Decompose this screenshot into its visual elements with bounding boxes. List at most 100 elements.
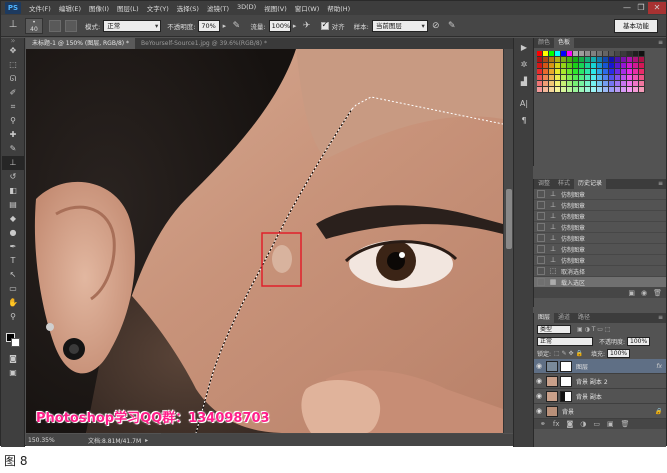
- aligned-checkbox[interactable]: [320, 20, 329, 30]
- blur-tool-icon[interactable]: ◆: [2, 212, 24, 226]
- history-item[interactable]: ⊥ 仿制图章: [534, 211, 666, 222]
- add-mask-icon[interactable]: ◙: [566, 420, 573, 428]
- move-tool-icon[interactable]: ✥: [2, 44, 24, 58]
- canvas[interactable]: [26, 49, 503, 433]
- layer-mask-thumbnail[interactable]: [560, 375, 572, 387]
- quick-mask-icon[interactable]: ◙: [2, 352, 24, 366]
- lasso-tool-icon[interactable]: ᘏ: [2, 72, 24, 86]
- adjustment-layer-icon[interactable]: ◑: [580, 420, 586, 428]
- status-menu-icon[interactable]: ▸: [145, 437, 148, 444]
- pressure-opacity-icon[interactable]: ✎: [230, 20, 242, 32]
- blend-mode-select[interactable]: 正常: [537, 336, 593, 346]
- eye-icon[interactable]: ◉: [534, 377, 544, 385]
- menu-item[interactable]: 编辑(E): [55, 3, 85, 13]
- tab-source[interactable]: BeYourself-Source1.jpg @ 39.6%(RGB/8) *: [135, 38, 273, 49]
- layer-row[interactable]: ◉ 背景 副本: [534, 389, 666, 404]
- quick-select-tool-icon[interactable]: ✐: [2, 86, 24, 100]
- pen-tool-icon[interactable]: ✒: [2, 240, 24, 254]
- history-brush-source-box[interactable]: [537, 234, 545, 242]
- history-brush-source-box[interactable]: [537, 212, 545, 220]
- filter-icons[interactable]: ▣ ◑ T ▭ ⬚: [577, 326, 611, 333]
- clone-stamp-tool-icon[interactable]: ⊥: [5, 19, 21, 33]
- layer-fx-badge[interactable]: fx: [656, 363, 662, 370]
- history-brush-source-box[interactable]: [537, 223, 545, 231]
- tab-untitled[interactable]: 未标题-1 @ 150% (图层, RGB/8) *: [26, 38, 136, 49]
- hand-tool-icon[interactable]: ✋: [2, 296, 24, 310]
- toggle-brush-panel-icon[interactable]: [49, 19, 61, 32]
- history-item[interactable]: ⊥ 仿制图章: [534, 255, 666, 266]
- histogram-icon[interactable]: ▟: [515, 75, 533, 89]
- maximize-button[interactable]: ❐: [634, 2, 648, 14]
- dodge-tool-icon[interactable]: ●: [2, 226, 24, 240]
- vertical-scrollbar[interactable]: [503, 49, 513, 433]
- new-layer-icon[interactable]: ▣: [607, 420, 614, 428]
- layer-filter-select[interactable]: 类型: [537, 324, 571, 334]
- minimize-button[interactable]: —: [620, 2, 634, 14]
- workspace-select[interactable]: 基本功能: [614, 18, 658, 33]
- new-document-from-state-icon[interactable]: ▣: [628, 289, 635, 297]
- close-button[interactable]: ✕: [648, 2, 666, 14]
- clone-stamp-tool-icon[interactable]: ⊥: [2, 156, 24, 170]
- tab-swatches[interactable]: 色板: [554, 38, 575, 48]
- flow-input[interactable]: 100%: [268, 19, 291, 32]
- tab-history[interactable]: 历史记录: [574, 179, 607, 189]
- history-item[interactable]: ⬚ 取消选择: [534, 266, 666, 277]
- swatch-grid[interactable]: [534, 48, 666, 96]
- menu-item[interactable]: 图像(I): [85, 3, 113, 13]
- tab-paths[interactable]: 路径: [574, 313, 594, 323]
- history-brush-source-box[interactable]: [537, 267, 545, 275]
- panel-menu-icon[interactable]: ≡: [658, 38, 666, 48]
- tab-adjustments[interactable]: 调整: [534, 179, 554, 189]
- sample-select[interactable]: 当前图层: [371, 19, 428, 32]
- pressure-size-icon[interactable]: ✎: [446, 20, 458, 32]
- play-icon[interactable]: ▶: [515, 41, 533, 55]
- fx-icon[interactable]: fx: [553, 420, 560, 428]
- panel-menu-icon[interactable]: ≡: [658, 313, 666, 323]
- zoom-level[interactable]: 150.35%: [26, 437, 55, 444]
- marquee-tool-icon[interactable]: ⬚: [2, 58, 24, 72]
- layer-mask-thumbnail[interactable]: [560, 360, 572, 372]
- brush-tool-icon[interactable]: ✎: [2, 142, 24, 156]
- history-item[interactable]: ⊥ 仿制图章: [534, 189, 666, 200]
- layer-row[interactable]: ◉ 图层 fx: [534, 359, 666, 374]
- layer-opacity-input[interactable]: 100%: [627, 336, 651, 346]
- menu-item[interactable]: 选择(S): [173, 3, 203, 13]
- toggle-clone-source-icon[interactable]: [65, 19, 77, 32]
- eye-icon[interactable]: ◉: [534, 407, 544, 415]
- color-swatches[interactable]: [1, 332, 24, 350]
- tab-color[interactable]: 颜色: [534, 38, 554, 48]
- crop-tool-icon[interactable]: ⌗: [2, 100, 24, 114]
- healing-brush-tool-icon[interactable]: ✚: [2, 128, 24, 142]
- ignore-adjustment-icon[interactable]: ⊘: [430, 20, 442, 32]
- delete-layer-icon[interactable]: 🗑: [621, 420, 630, 428]
- character-icon[interactable]: A|: [515, 97, 533, 111]
- tab-styles[interactable]: 样式: [554, 179, 574, 189]
- layer-mask-thumbnail[interactable]: [560, 390, 572, 402]
- eraser-tool-icon[interactable]: ◧: [2, 184, 24, 198]
- brush-settings-icon[interactable]: ✲: [515, 58, 533, 72]
- flow-dropdown-icon[interactable]: ▸: [291, 20, 299, 32]
- history-brush-source-box[interactable]: [537, 256, 545, 264]
- brush-preset-picker[interactable]: • 40: [25, 17, 43, 34]
- menu-item[interactable]: 3D(D): [233, 3, 260, 13]
- airbrush-icon[interactable]: ✈: [301, 20, 313, 32]
- menu-item[interactable]: 视图(V): [260, 3, 291, 13]
- delete-state-icon[interactable]: 🗑: [653, 289, 662, 297]
- history-brush-source-box[interactable]: [537, 190, 545, 198]
- history-item[interactable]: ▦ 载入选区: [534, 277, 666, 288]
- new-snapshot-icon[interactable]: ◉: [641, 289, 647, 297]
- mode-select[interactable]: 正常: [103, 19, 162, 32]
- tab-layers[interactable]: 图层: [534, 313, 555, 323]
- panel-menu-icon[interactable]: ≡: [658, 179, 666, 189]
- history-item[interactable]: ⊥ 仿制图章: [534, 233, 666, 244]
- eye-icon[interactable]: ◉: [534, 392, 544, 400]
- history-item[interactable]: ⊥ 仿制图章: [534, 222, 666, 233]
- menu-item[interactable]: 帮助(H): [323, 3, 354, 13]
- menu-item[interactable]: 文字(Y): [143, 3, 173, 13]
- menu-item[interactable]: 滤镜(T): [203, 3, 233, 13]
- lock-icons[interactable]: ⬚ ✎ ✥ 🔒: [554, 350, 583, 357]
- gradient-tool-icon[interactable]: ▤: [2, 198, 24, 212]
- opacity-dropdown-icon[interactable]: ▸: [220, 20, 228, 32]
- tab-channels[interactable]: 通道: [554, 313, 574, 323]
- history-brush-tool-icon[interactable]: ↺: [2, 170, 24, 184]
